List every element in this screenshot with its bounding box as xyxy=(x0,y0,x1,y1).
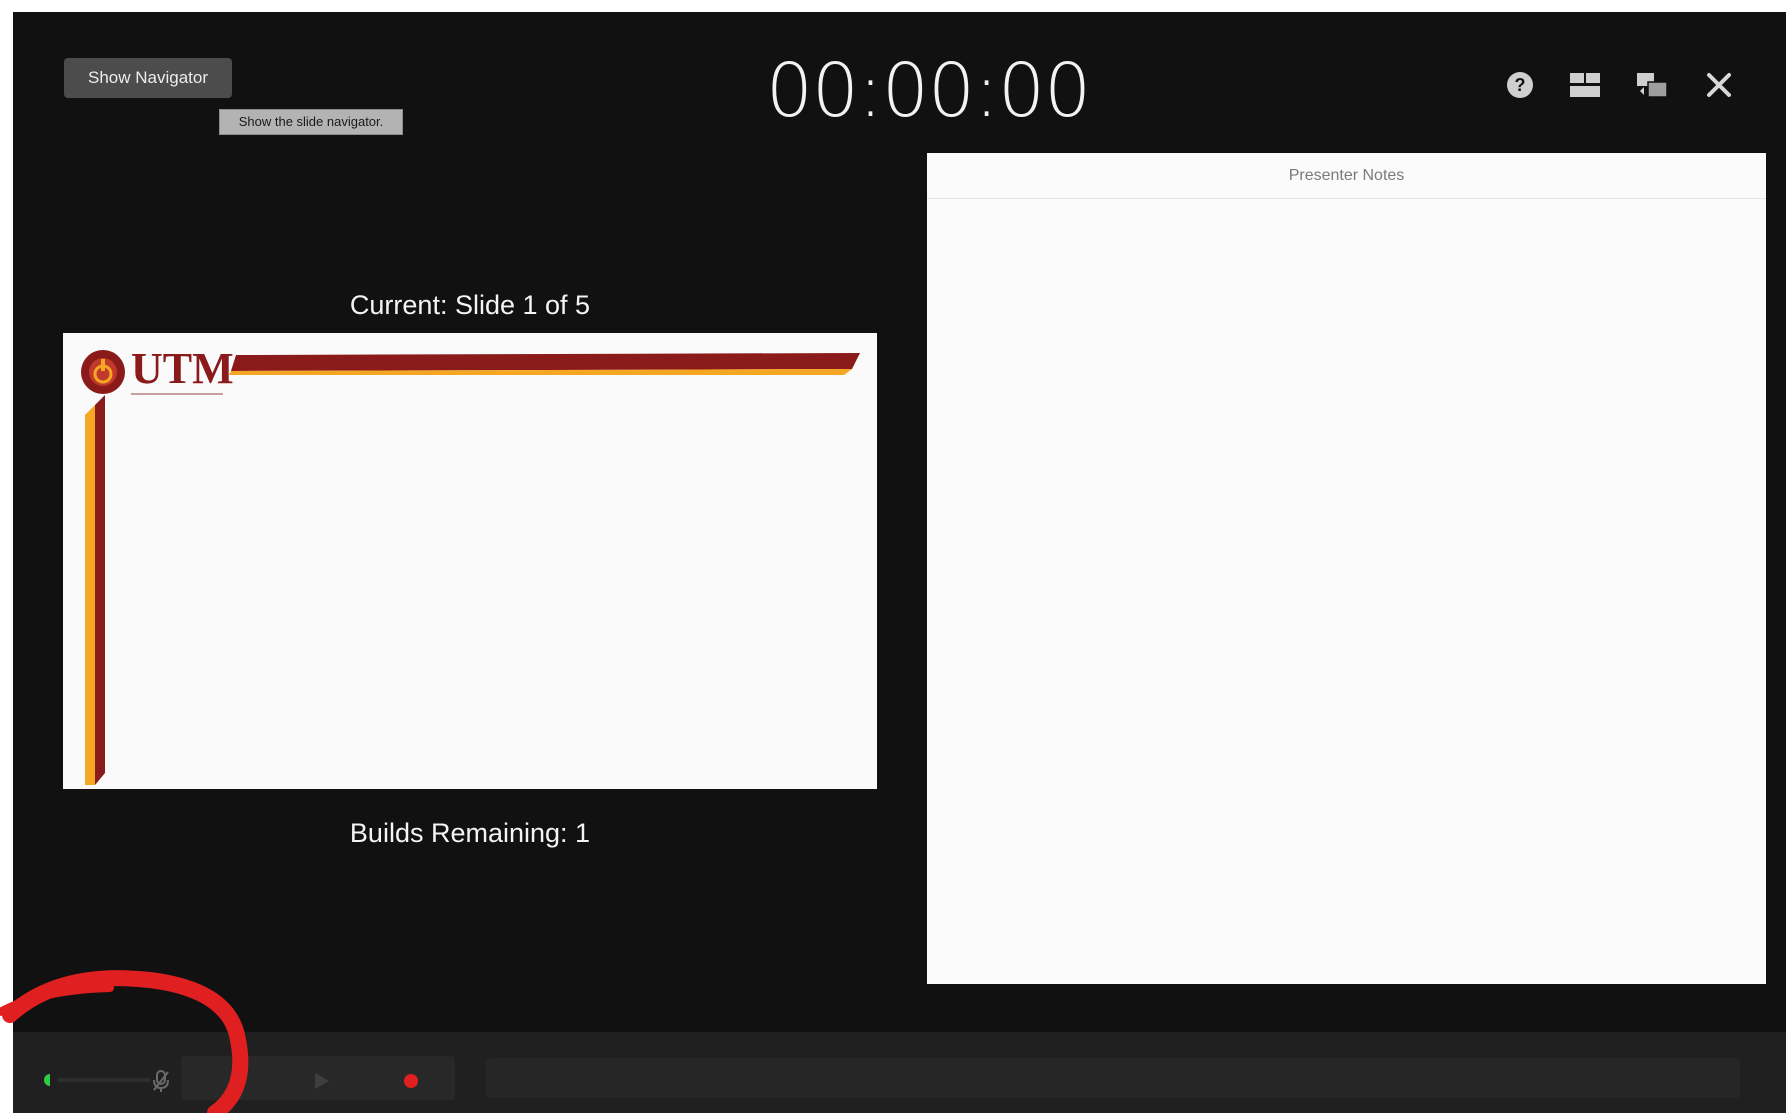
presenter-notes-header: Presenter Notes xyxy=(927,153,1766,199)
svg-text:?: ? xyxy=(1515,75,1526,95)
current-slide-preview[interactable]: UTM xyxy=(63,333,877,789)
recording-timeline[interactable] xyxy=(486,1058,1740,1098)
layout-icon[interactable] xyxy=(1567,67,1603,103)
timer[interactable]: 00:00:00 xyxy=(653,46,1203,136)
builds-remaining-label: Builds Remaining: 1 xyxy=(349,818,591,848)
slide-decoration xyxy=(85,353,860,785)
show-navigator-button[interactable]: Show Navigator xyxy=(64,58,232,98)
play-icon[interactable] xyxy=(309,1069,333,1093)
swap-displays-icon[interactable] xyxy=(1634,67,1670,103)
record-icon[interactable] xyxy=(403,1073,419,1089)
presenter-display: Show Navigator Show the slide navigator.… xyxy=(13,12,1786,1113)
help-icon[interactable]: ? xyxy=(1502,67,1538,103)
tooltip: Show the slide navigator. xyxy=(219,109,403,135)
current-slide-label: Current: Slide 1 of 5 xyxy=(349,290,591,320)
close-icon[interactable] xyxy=(1701,67,1737,103)
annotation-circle xyxy=(0,970,249,1113)
presenter-notes-panel[interactable]: Presenter Notes xyxy=(927,153,1766,984)
